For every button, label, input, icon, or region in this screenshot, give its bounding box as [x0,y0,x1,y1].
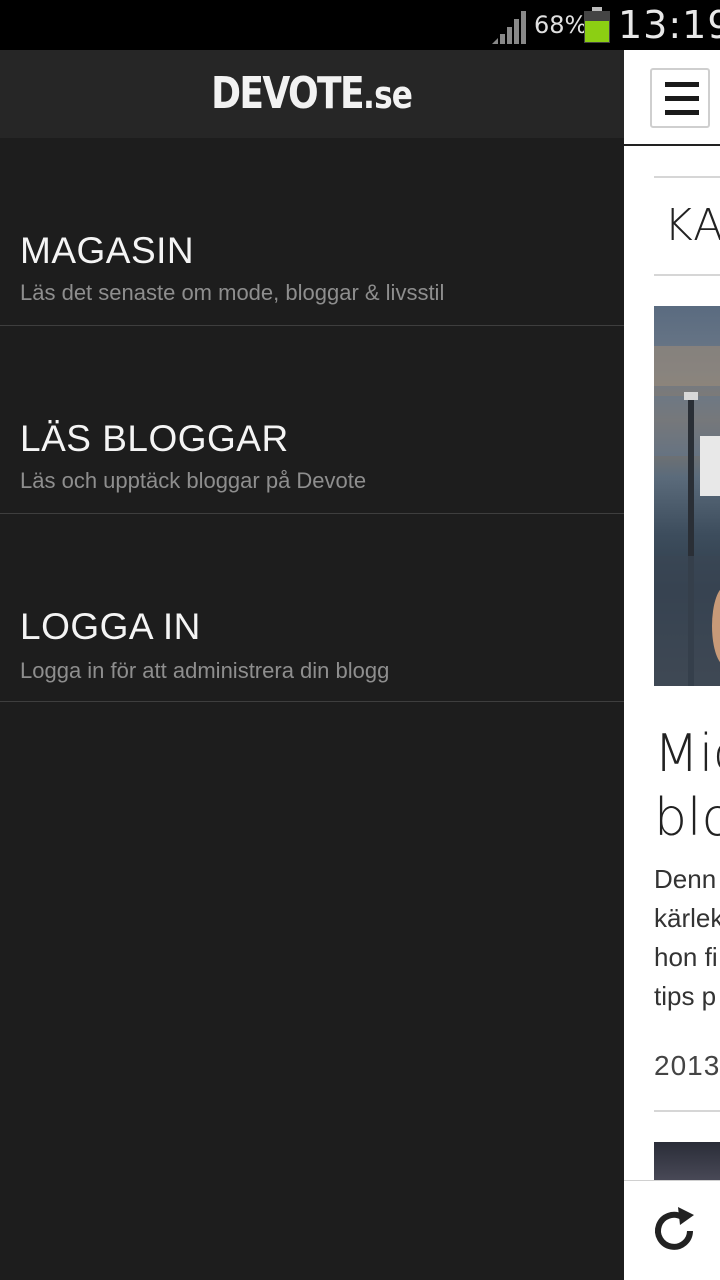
logo-suffix: .se [363,73,413,117]
main-content: KA Mic blo Denn kärlek hon fi tips p 201… [624,50,720,1280]
menu-item-title: MAGASIN [20,230,195,271]
menu-item-title: LÄS BLOGGAR [20,418,289,459]
divider [654,1110,720,1112]
category-heading: KA [664,200,720,251]
battery-percent: 68% [534,11,588,39]
menu-item-subtitle: Läs det senaste om mode, bloggar & livss… [20,280,445,305]
menu-item-title: LOGGA IN [20,606,201,647]
menu-item-magasin[interactable]: MAGASIN Läs det senaste om mode, bloggar… [0,138,624,326]
status-bar: 68% 13:19 [0,0,720,50]
battery-icon [584,7,610,43]
refresh-icon[interactable] [648,1205,700,1257]
divider [654,176,720,178]
article-title[interactable]: Mic blo [654,722,720,850]
excerpt-line: tips p [654,981,717,1011]
clock: 13:19 [618,3,720,47]
logo-main: DEVOTE [211,68,365,119]
article-photo [654,346,720,686]
article-excerpt: Denn kärlek hon fi tips p [654,860,720,1016]
drawer-header: DEVOTE.se [0,50,624,138]
signal-icon [492,11,526,44]
menu-item-subtitle: Läs och upptäck bloggar på Devote [20,468,367,493]
navigation-drawer: DEVOTE.se MAGASIN Läs det senaste om mod… [0,50,624,1280]
article-date: 2013- [654,1050,720,1081]
menu-item-subtitle: Logga in för att administrera din blogg [20,658,390,683]
excerpt-line: hon fi [654,942,718,972]
devote-logo[interactable]: DEVOTE.se [0,68,624,119]
excerpt-line: kärlek [654,903,720,933]
menu-item-logga-in[interactable]: LOGGA IN Logga in för att administrera d… [0,514,624,702]
hamburger-icon[interactable] [650,68,710,128]
article-image[interactable] [654,306,720,686]
article-title-line: Mic [654,724,720,784]
excerpt-line: Denn [654,864,717,894]
bottom-bar [624,1180,720,1280]
divider [654,274,720,276]
article-title-line: blo [654,788,720,848]
next-article-image[interactable] [654,1142,720,1182]
menu-item-las-bloggar[interactable]: LÄS BLOGGAR Läs och upptäck bloggar på D… [0,326,624,514]
content-topbar [624,50,720,146]
